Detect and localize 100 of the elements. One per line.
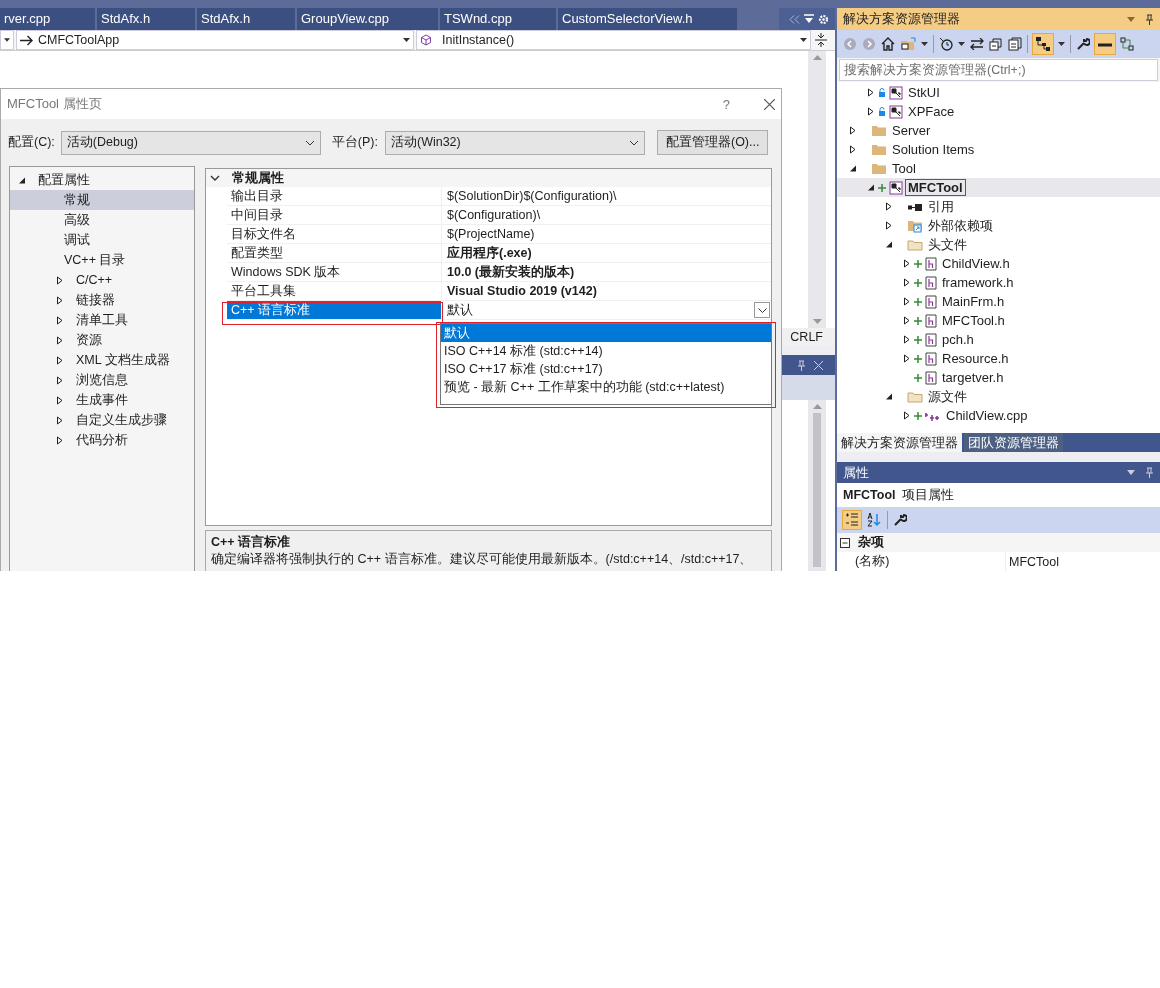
tree-item[interactable]: Solution Items bbox=[837, 140, 1160, 159]
categorized-icon[interactable] bbox=[843, 511, 861, 529]
collapsed-arrow-icon[interactable] bbox=[885, 202, 893, 211]
tree-item[interactable]: Server bbox=[837, 121, 1160, 140]
tree-item[interactable]: 自定义生成步骤 bbox=[10, 410, 194, 430]
tree-item[interactable]: StkUI bbox=[837, 83, 1160, 102]
dropdown-icon[interactable] bbox=[1127, 470, 1135, 475]
settings-icon[interactable] bbox=[818, 13, 829, 25]
editor-tab[interactable]: StdAfx.h bbox=[197, 8, 295, 30]
wrench-icon[interactable] bbox=[893, 513, 907, 527]
minus-icon[interactable] bbox=[1095, 34, 1115, 54]
help-button[interactable]: ? bbox=[722, 96, 730, 112]
tree-item[interactable]: targetver.h bbox=[837, 368, 1160, 387]
panel-tab[interactable]: 团队资源管理器 bbox=[964, 433, 1063, 452]
dropdown-icon[interactable] bbox=[1127, 16, 1135, 22]
dropdown-option[interactable]: 预览 - 最新 C++ 工作草案中的功能 (std:c++latest) bbox=[441, 378, 771, 396]
editor-tab[interactable]: TSWnd.cpp bbox=[440, 8, 556, 30]
collapsed-arrow-icon[interactable] bbox=[903, 354, 911, 363]
editor-tab[interactable]: StdAfx.h bbox=[97, 8, 195, 30]
project-combo[interactable] bbox=[0, 30, 14, 50]
sort-alphabetical-icon[interactable] bbox=[866, 512, 882, 528]
property-name[interactable]: Windows SDK 版本 bbox=[227, 263, 441, 281]
tree-item[interactable]: 引用 bbox=[837, 197, 1160, 216]
tree-item[interactable]: pch.h bbox=[837, 330, 1160, 349]
tree-item[interactable]: VC++ 目录 bbox=[10, 250, 194, 270]
editor-tab[interactable]: GroupView.cpp bbox=[297, 8, 438, 30]
tree-item[interactable]: 代码分析 bbox=[10, 430, 194, 450]
expanded-arrow-icon[interactable] bbox=[867, 183, 875, 192]
collapsed-arrow-icon[interactable] bbox=[56, 275, 64, 285]
tree-item[interactable]: XPFace bbox=[837, 102, 1160, 121]
dropdown-option[interactable]: 默认 bbox=[441, 324, 771, 342]
tree-item[interactable]: MainFrm.h bbox=[837, 292, 1160, 311]
tree-item[interactable]: Resource.h bbox=[837, 349, 1160, 368]
copy-icon[interactable] bbox=[1008, 37, 1022, 51]
collapsed-arrow-icon[interactable] bbox=[56, 355, 64, 365]
tree-item[interactable]: 调试 bbox=[10, 230, 194, 250]
editor-tab[interactable]: rver.cpp bbox=[0, 8, 95, 30]
collapsed-arrow-icon[interactable] bbox=[56, 395, 64, 405]
expanded-arrow-icon[interactable] bbox=[885, 392, 893, 401]
tree-item[interactable]: 浏览信息 bbox=[10, 370, 194, 390]
dropdown-option[interactable]: ISO C++14 标准 (std:c++14) bbox=[441, 342, 771, 360]
platform-combo[interactable]: 活动(Win32) bbox=[384, 130, 645, 155]
scrollbar[interactable] bbox=[808, 400, 826, 571]
tree-item[interactable]: 资源 bbox=[10, 330, 194, 350]
scroll-thumb[interactable] bbox=[813, 413, 821, 567]
collapsed-arrow-icon[interactable] bbox=[56, 295, 64, 305]
tree-item[interactable]: 源文件 bbox=[837, 387, 1160, 406]
switch-views-icon[interactable] bbox=[900, 37, 916, 51]
property-name[interactable]: 配置类型 bbox=[227, 244, 441, 262]
tree-item[interactable]: XML 文档生成器 bbox=[10, 350, 194, 370]
collapse-icon[interactable] bbox=[840, 537, 850, 548]
collapsed-arrow-icon[interactable] bbox=[849, 126, 857, 135]
collapse-all-icon[interactable] bbox=[989, 37, 1003, 51]
network-icon[interactable] bbox=[1120, 37, 1134, 51]
tree-item[interactable]: framework.h bbox=[837, 273, 1160, 292]
sync-icon[interactable] bbox=[970, 38, 984, 50]
collapsed-arrow-icon[interactable] bbox=[56, 415, 64, 425]
collapsed-arrow-icon[interactable] bbox=[903, 411, 911, 420]
collapsed-arrow-icon[interactable] bbox=[849, 145, 857, 154]
property-name[interactable]: C++ 语言标准 bbox=[227, 301, 441, 319]
wrench-icon[interactable] bbox=[1076, 37, 1090, 51]
collapsed-arrow-icon[interactable] bbox=[903, 259, 911, 268]
split-icon[interactable] bbox=[815, 33, 827, 47]
line-ending-label[interactable]: CRLF bbox=[790, 330, 823, 344]
dropdown-option[interactable]: ISO C++17 标准 (std:c++17) bbox=[441, 360, 771, 378]
collapsed-arrow-icon[interactable] bbox=[885, 221, 893, 230]
property-name[interactable]: 输出目录 bbox=[227, 187, 441, 205]
hierarchy-icon[interactable] bbox=[1033, 34, 1053, 54]
class-combo[interactable]: CMFCToolApp bbox=[16, 30, 414, 50]
tree-item[interactable]: 清单工具 bbox=[10, 310, 194, 330]
config-combo[interactable]: 活动(Debug) bbox=[60, 130, 321, 155]
tree-item[interactable]: 配置属性 bbox=[10, 170, 194, 190]
member-combo[interactable]: InitInstance() bbox=[416, 30, 811, 50]
collapsed-arrow-icon[interactable] bbox=[903, 335, 911, 344]
collapsed-arrow-icon[interactable] bbox=[867, 88, 875, 97]
configuration-manager-button[interactable]: 配置管理器(O)... bbox=[656, 130, 769, 155]
panel-tab[interactable]: 解决方案资源管理器 bbox=[837, 433, 962, 452]
collapsed-arrow-icon[interactable] bbox=[56, 435, 64, 445]
history-icon[interactable] bbox=[939, 37, 953, 51]
dropdown-icon[interactable] bbox=[804, 14, 814, 24]
tree-item[interactable]: MFCTool.h bbox=[837, 311, 1160, 330]
tree-item[interactable]: 链接器 bbox=[10, 290, 194, 310]
collapsed-arrow-icon[interactable] bbox=[903, 278, 911, 287]
collapsed-arrow-icon[interactable] bbox=[56, 375, 64, 385]
close-icon[interactable] bbox=[764, 98, 775, 110]
chevron-down-icon[interactable] bbox=[210, 175, 220, 181]
tree-item[interactable]: C/C++ bbox=[10, 270, 194, 290]
property-value-combo[interactable]: 默认 bbox=[441, 301, 771, 319]
editor-tab[interactable]: CustomSelectorView.h bbox=[558, 8, 737, 30]
property-name[interactable]: 目标文件名 bbox=[227, 225, 441, 243]
tree-item[interactable]: 头文件 bbox=[837, 235, 1160, 254]
property-name[interactable]: 中间目录 bbox=[227, 206, 441, 224]
tree-item[interactable]: 高级 bbox=[10, 210, 194, 230]
home-icon[interactable] bbox=[881, 37, 895, 51]
tree-item[interactable]: 生成事件 bbox=[10, 390, 194, 410]
property-name[interactable]: 平台工具集 bbox=[227, 282, 441, 300]
pin-icon[interactable] bbox=[1145, 13, 1154, 25]
tree-item[interactable]: ChildView.cpp bbox=[837, 406, 1160, 425]
expanded-arrow-icon[interactable] bbox=[849, 164, 857, 173]
collapsed-arrow-icon[interactable] bbox=[56, 335, 64, 345]
